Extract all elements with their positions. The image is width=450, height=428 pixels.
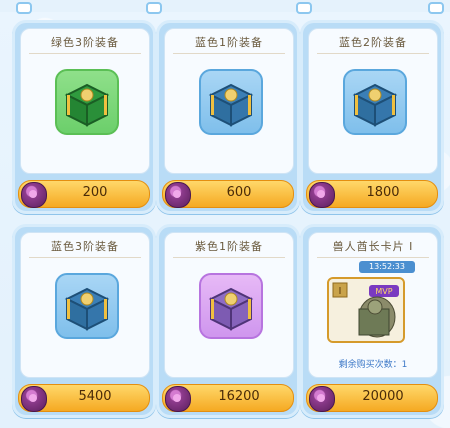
divider: [317, 257, 429, 258]
item-title: 蓝色1阶装备: [195, 36, 263, 49]
price-value: 5400: [78, 389, 112, 404]
card-inner: 绿色3阶装备: [20, 28, 150, 174]
rail-pin: [16, 2, 32, 14]
item-title: 兽人酋长卡片 I: [332, 240, 414, 253]
top-rail: [0, 0, 450, 14]
card-inner: 蓝色1阶装备: [164, 28, 294, 174]
rail-pin: [146, 2, 162, 14]
card-inner: 兽人酋长卡片 I 13:52:33 I MVP 剩余购买次数：1: [308, 232, 438, 378]
gem-currency-icon: [165, 182, 191, 208]
item-title: 绿色3阶装备: [51, 36, 119, 49]
orc-chief-art: I MVP: [329, 279, 403, 341]
mvp-badge: MVP: [375, 287, 392, 296]
shop-item-orc-chief-card[interactable]: 兽人酋长卡片 I 13:52:33 I MVP 剩余购买次数：1 20000: [300, 224, 444, 420]
chest-graphic: [352, 83, 398, 127]
buy-button[interactable]: 16200: [162, 384, 294, 412]
price-value: 1800: [366, 185, 400, 200]
buy-button[interactable]: 1800: [306, 180, 438, 208]
divider: [29, 53, 141, 54]
equipment-chest-icon: [199, 69, 263, 135]
gem-currency-icon: [309, 182, 335, 208]
svg-text:I: I: [339, 286, 342, 297]
equipment-chest-icon: [55, 69, 119, 135]
item-title: 紫色1阶装备: [195, 240, 263, 253]
card-inner: 紫色1阶装备: [164, 232, 294, 378]
card-inner: 蓝色3阶装备: [20, 232, 150, 378]
divider: [317, 53, 429, 54]
remaining-purchases: 剩余购买次数：1: [338, 360, 408, 370]
buy-button[interactable]: 600: [162, 180, 294, 208]
gem-currency-icon: [21, 182, 47, 208]
shop-item-blue2[interactable]: 蓝色2阶装备 1800: [300, 20, 444, 216]
item-title: 蓝色2阶装备: [339, 36, 407, 49]
shop-item-blue3[interactable]: 蓝色3阶装备 5400: [12, 224, 156, 420]
gem-currency-icon: [309, 386, 335, 412]
divider: [29, 257, 141, 258]
price-value: 16200: [218, 389, 260, 404]
item-title: 蓝色3阶装备: [51, 240, 119, 253]
buy-button[interactable]: 5400: [18, 384, 150, 412]
equipment-chest-icon: [55, 273, 119, 339]
countdown-timer: 13:52:33: [359, 261, 415, 273]
divider: [173, 53, 285, 54]
equipment-chest-icon: [199, 273, 263, 339]
card-inner: 蓝色2阶装备: [308, 28, 438, 174]
shop-item-purple1[interactable]: 紫色1阶装备 16200: [156, 224, 300, 420]
equipment-chest-icon: [343, 69, 407, 135]
chest-graphic: [64, 287, 110, 331]
rail-pin: [428, 2, 444, 14]
shop-item-blue1[interactable]: 蓝色1阶装备 600: [156, 20, 300, 216]
buy-button[interactable]: 200: [18, 180, 150, 208]
orc-chief-card-image: I MVP: [327, 277, 405, 343]
gem-currency-icon: [165, 386, 191, 412]
price-value: 600: [226, 185, 252, 200]
gem-currency-icon: [21, 386, 47, 412]
buy-button[interactable]: 20000: [306, 384, 438, 412]
chest-graphic: [64, 83, 110, 127]
price-value: 200: [82, 185, 108, 200]
divider: [173, 257, 285, 258]
shop-item-green3[interactable]: 绿色3阶装备 200: [12, 20, 156, 216]
chest-graphic: [208, 83, 254, 127]
rail-pin: [296, 2, 312, 14]
price-value: 20000: [362, 389, 404, 404]
chest-graphic: [208, 287, 254, 331]
